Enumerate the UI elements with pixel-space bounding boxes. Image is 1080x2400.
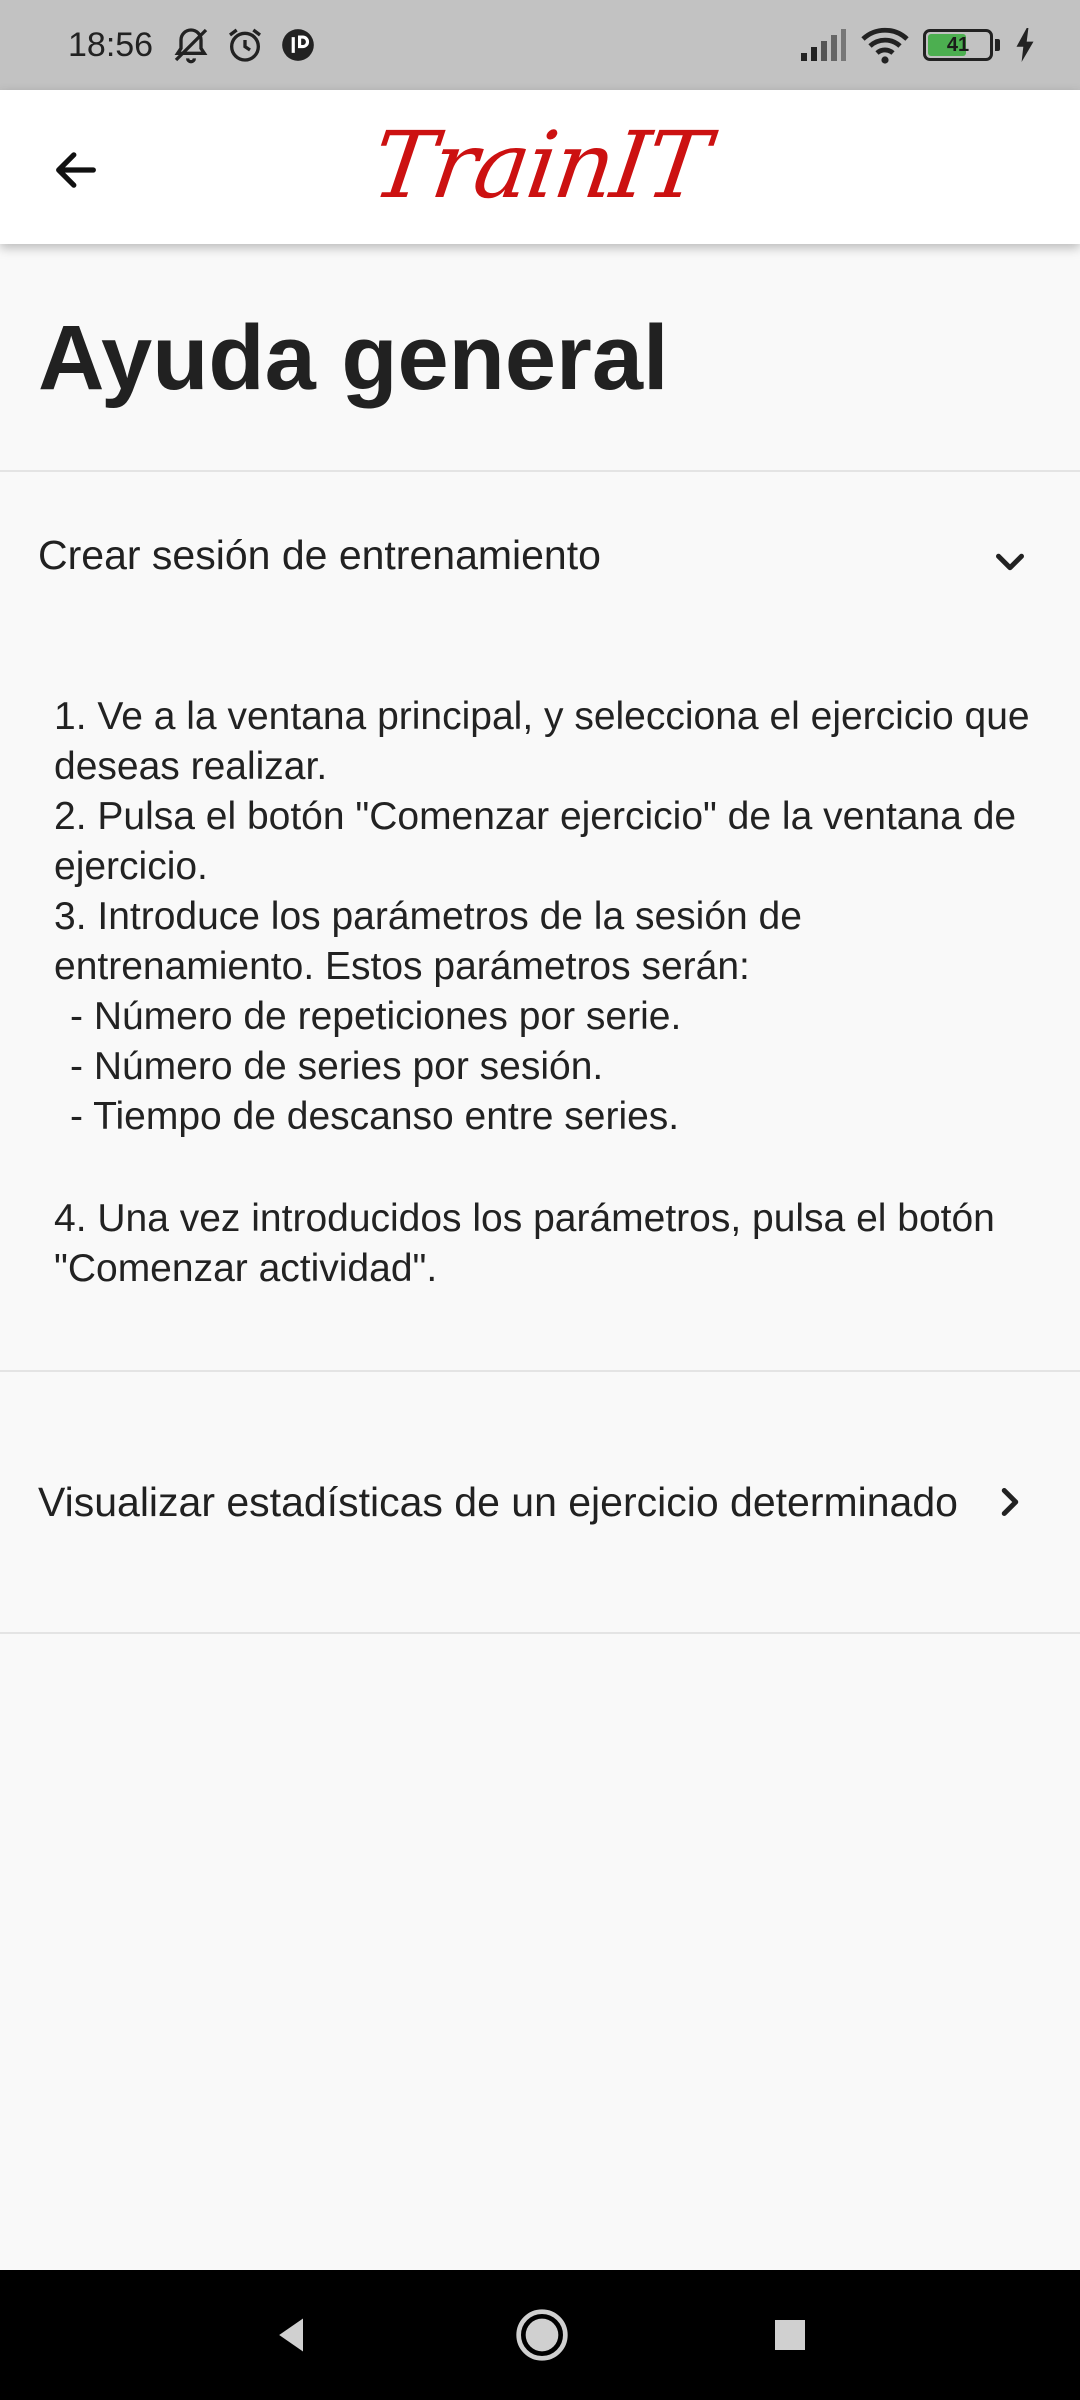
app-notification-icon [279,26,317,64]
battery-cap [995,39,1000,51]
muted-bell-icon [171,25,211,65]
step-2: 2. Pulsa el botón "Comenzar ejercicio" d… [54,795,1017,888]
bullet-rest-time: - Tiempo de descanso entre series. [70,1095,680,1138]
divider [0,1632,1080,1634]
battery-icon: 41 [923,29,993,61]
chevron-down-icon [980,532,1040,592]
wifi-icon [861,25,909,65]
status-right: 41 [799,25,1036,65]
bullet-repetitions: - Número de repeticiones por serie. [70,995,682,1038]
section-statistics: Visualizar estadísticas de un ejercicio … [0,1372,1080,1632]
step-4: 4. Una vez introducidos los parámetros, … [54,1197,995,1290]
navigation-bar [0,2270,1080,2400]
app-logo: TrainIT [366,112,714,219]
home-circle-icon[interactable] [514,2307,570,2363]
section-create-session-header[interactable]: Crear sesión de entrenamiento [0,472,1080,692]
charging-icon [1014,28,1036,62]
page-title: Ayuda general [38,307,669,409]
recents-square-icon[interactable] [770,2315,810,2355]
alarm-icon [225,25,265,65]
section-statistics-header[interactable]: Visualizar estadísticas de un ejercicio … [0,1372,1080,1632]
step-3: 3. Introduce los parámetros de la sesión… [54,895,802,988]
bullet-series: - Número de series por sesión. [70,1045,604,1088]
section-create-session: Crear sesión de entrenamiento 1. Ve a la… [0,472,1080,1294]
status-left: 18:56 [68,25,317,65]
section-create-session-body: 1. Ve a la ventana principal, y seleccio… [0,692,1080,1294]
screen: 18:56 41 TrainIT Ayuda general Crear ses… [0,0,1080,2400]
signal-icon [799,27,847,63]
chevron-right-icon [980,1472,1040,1532]
status-bar: 18:56 41 [0,0,1080,90]
battery-level: 41 [946,33,970,56]
section-title: Crear sesión de entrenamiento [38,532,601,578]
app-bar: TrainIT [0,90,1080,244]
step-1: 1. Ve a la ventana principal, y seleccio… [54,695,1030,788]
status-time: 18:56 [68,25,154,64]
main-content: Ayuda general Crear sesión de entrenamie… [0,244,1080,1634]
back-triangle-icon[interactable] [270,2313,314,2357]
section-title: Visualizar estadísticas de un ejercicio … [38,1479,958,1525]
